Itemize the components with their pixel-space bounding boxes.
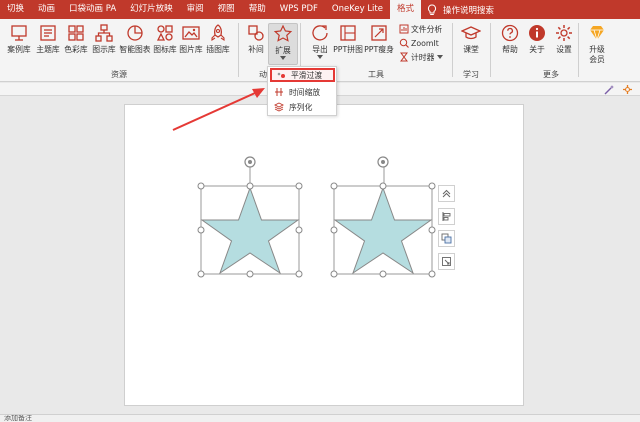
menu-item-serialize[interactable]: 序列化 [270,100,335,114]
smart-chart-button[interactable]: 智能图表 [118,23,152,63]
about-button[interactable]: 关于 [522,23,552,63]
export-button[interactable]: 导出 [305,23,335,63]
menu-tab-format[interactable]: 格式 [390,0,422,19]
image-library-button[interactable]: 图片库 [176,23,206,63]
menu-item-smooth-transition[interactable]: 平滑过渡 [270,68,335,82]
upgrade-member-button[interactable]: 升级 会员 [582,23,612,73]
puzzle-icon [340,25,356,41]
image-library-icon [182,26,200,40]
chevron-down-icon [280,56,286,60]
chevron-down-icon [317,55,323,59]
color-library-icon [68,25,84,41]
slim-icon [371,25,387,41]
zoom-icon [399,38,409,48]
file-analysis-button[interactable]: 文件分析 [399,23,442,35]
notes-label[interactable]: 添加备注 [4,415,32,422]
status-bar: 添加备注 [0,414,640,422]
align-left-icon [442,212,451,221]
menu-tab-help[interactable]: 帮助 [242,0,273,19]
group-label-resources: 资源 [111,70,127,79]
export-icon [312,25,328,41]
pie-chart-icon [127,25,143,41]
tween-button[interactable]: 补间 [241,23,271,63]
slide-canvas[interactable] [124,104,524,406]
rotate-handle-icon[interactable] [377,156,389,168]
graduation-cap-icon [461,26,481,40]
layout-options-button[interactable] [438,185,455,202]
ribbon-separator [578,23,579,77]
menu-tab-transition[interactable]: 切换 [0,0,31,19]
classroom-button[interactable]: 课堂 [456,23,486,63]
magic-wand-icon[interactable] [604,84,615,95]
tween-icon [248,25,264,41]
time-scale-icon [275,88,283,96]
help-button[interactable]: 帮助 [495,23,525,63]
case-library-icon [11,25,27,41]
group-label-learn: 学习 [463,70,479,79]
smooth-transition-icon [277,72,285,78]
menu-tab-wps-pdf[interactable]: WPS PDF [273,0,325,19]
color-library-button[interactable]: 色彩库 [61,23,91,63]
layers-icon [274,102,284,112]
chevron-down-icon [437,55,444,59]
menu-tab-onekey-lite[interactable]: OneKey Lite [325,0,390,19]
crop-button[interactable] [438,253,455,270]
group-objects-button[interactable] [438,230,455,247]
zoomit-button[interactable]: ZoomIt [399,37,439,49]
help-search-label: 操作说明搜索 [443,5,495,16]
menu-tab-animation[interactable]: 动画 [31,0,62,19]
star-icon [273,24,293,42]
illustration-library-button[interactable]: 插图库 [203,23,233,63]
diagram-library-button[interactable]: 图示库 [89,23,119,63]
menu-item-time-scale[interactable]: 时间缩放 [270,85,335,99]
icon-library-icon [156,25,173,41]
menu-tab-review[interactable]: 审阅 [180,0,211,19]
extend-dropdown-menu: 平滑过渡 时间缩放 序列化 [267,66,337,116]
hourglass-icon [400,52,408,62]
case-library-button[interactable]: 案例库 [4,23,34,63]
menu-bar: 切换 动画 口袋动画 PA 幻灯片放映 审阅 视图 帮助 WPS PDF One… [0,0,640,19]
group-icon [441,233,452,244]
diagram-library-icon [95,24,113,42]
info-icon [529,25,545,41]
help-search[interactable]: 操作说明搜索 [425,3,494,17]
menu-tab-slideshow[interactable]: 幻灯片放映 [123,0,180,19]
theme-library-button[interactable]: 主题库 [33,23,63,63]
timer-button[interactable]: 计时器 [399,51,444,63]
settings-gear-icon[interactable] [622,84,633,95]
group-learn: 课堂 学习 [453,19,489,82]
gear-icon [556,25,572,41]
menu-tab-view[interactable]: 视图 [211,0,242,19]
settings-button[interactable]: 设置 [549,23,579,63]
align-button[interactable] [438,208,455,225]
rotate-handle-icon[interactable] [244,156,256,168]
crop-icon [442,257,451,266]
menu-tab-pocket-animation[interactable]: 口袋动画 PA [62,0,123,19]
help-icon [501,24,519,42]
file-analysis-icon [399,24,409,34]
ppt-slim-button[interactable]: PPT瘦身 [364,23,394,63]
chevron-up-icon [442,189,451,198]
ppt-puzzle-button[interactable]: PPT拼图 [333,23,363,63]
lightbulb-icon [428,3,437,15]
extend-button[interactable]: 扩展 [268,23,298,65]
theme-library-icon [40,25,56,41]
group-resources: 案例库 主题库 色彩库 图示库 智能图表 图标库 图片库 插图库 资源 [0,19,238,82]
diamond-icon [590,26,604,42]
rocket-icon [211,24,225,42]
